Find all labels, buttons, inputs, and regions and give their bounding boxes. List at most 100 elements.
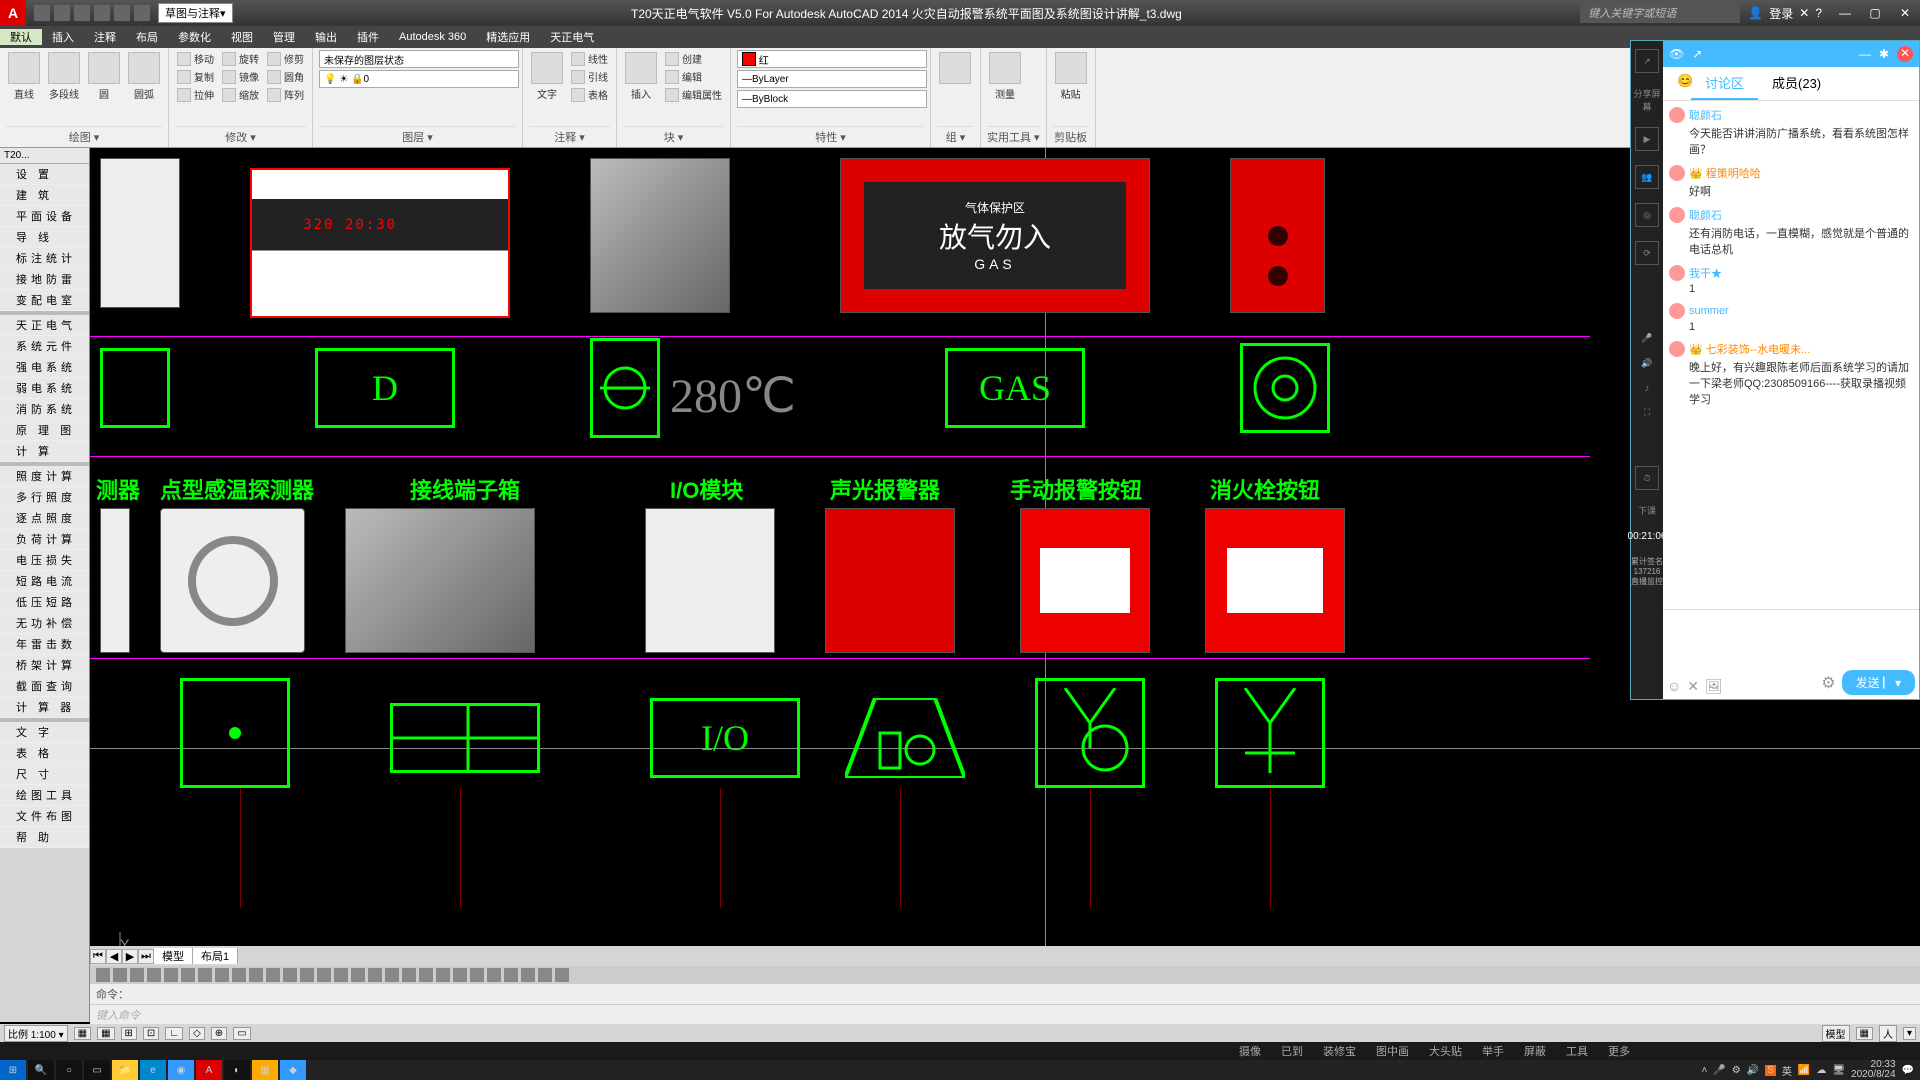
notifications-icon[interactable]: 💬 bbox=[1902, 1065, 1914, 1076]
tool-icon[interactable] bbox=[113, 968, 127, 982]
palette-item[interactable]: 计 算 bbox=[0, 441, 89, 462]
status-model[interactable]: 模型 bbox=[1822, 1025, 1850, 1042]
table-button[interactable]: 表格 bbox=[569, 86, 610, 103]
help-icon[interactable]: ? bbox=[1815, 6, 1822, 20]
status-toggle[interactable]: ⊡ bbox=[143, 1027, 159, 1040]
tool-icon[interactable] bbox=[300, 968, 314, 982]
tool-icon[interactable] bbox=[147, 968, 161, 982]
circle-button[interactable]: 圆 bbox=[86, 50, 122, 103]
tab-parametric[interactable]: 参数化 bbox=[168, 29, 221, 45]
palette-item[interactable]: 消防系统 bbox=[0, 399, 89, 420]
qat-open-icon[interactable] bbox=[54, 5, 70, 21]
paste-button[interactable]: 粘贴 bbox=[1053, 50, 1089, 103]
palette-item[interactable]: 设 置 bbox=[0, 164, 89, 185]
stream-btn[interactable]: 已到 bbox=[1281, 1043, 1303, 1059]
image-icon[interactable]: 🖼 bbox=[1705, 678, 1723, 695]
tray-icon[interactable]: 🖥 bbox=[1832, 1065, 1845, 1076]
polyline-button[interactable]: 多段线 bbox=[46, 50, 82, 103]
stretch-button[interactable]: 拉伸 bbox=[175, 86, 216, 103]
palette-item[interactable]: 文 字 bbox=[0, 722, 89, 743]
edit-block-button[interactable]: 编辑 bbox=[663, 68, 724, 85]
tool-icon[interactable] bbox=[198, 968, 212, 982]
status-toggle[interactable]: ▦ bbox=[1856, 1027, 1873, 1040]
status-toggle[interactable]: ∟ bbox=[165, 1027, 183, 1040]
tool-icon[interactable] bbox=[351, 968, 365, 982]
palette-item[interactable]: 电压损失 bbox=[0, 550, 89, 571]
copy-button[interactable]: 复制 bbox=[175, 68, 216, 85]
send-button[interactable]: 发送 ▏▾ bbox=[1842, 670, 1915, 695]
tool-icon[interactable] bbox=[521, 968, 535, 982]
tool-icon[interactable] bbox=[317, 968, 331, 982]
tool-icon[interactable] bbox=[130, 968, 144, 982]
status-toggle[interactable]: ▭ bbox=[233, 1027, 250, 1040]
palette-item[interactable]: 平面设备 bbox=[0, 206, 89, 227]
tray-icon[interactable]: 🔊 bbox=[1747, 1065, 1759, 1076]
tab-model[interactable]: 模型 bbox=[154, 948, 193, 964]
share-screen-button[interactable]: ↗ bbox=[1635, 49, 1659, 73]
palette-item[interactable]: 导 线 bbox=[0, 227, 89, 248]
mic-icon[interactable]: 🎤 bbox=[1641, 333, 1652, 344]
tab-nav-last[interactable]: ⏭ bbox=[138, 949, 154, 964]
tab-featured[interactable]: 精选应用 bbox=[476, 29, 540, 45]
stream-btn[interactable]: 大头贴 bbox=[1429, 1043, 1462, 1059]
tab-view[interactable]: 视图 bbox=[221, 29, 263, 45]
palette-item[interactable]: 帮 助 bbox=[0, 827, 89, 848]
status-toggle[interactable]: ▦ bbox=[74, 1027, 91, 1040]
expand-icon[interactable]: ⛶ bbox=[1644, 407, 1650, 418]
app-icon[interactable]: ◉ bbox=[168, 1060, 194, 1080]
tab-members[interactable]: 成员(23) bbox=[1758, 67, 1835, 100]
tool-icon[interactable] bbox=[249, 968, 263, 982]
palette-item[interactable]: 强电系统 bbox=[0, 357, 89, 378]
tool-icon[interactable] bbox=[419, 968, 433, 982]
chat-pin-icon[interactable]: ✱ bbox=[1879, 47, 1889, 61]
cortana-icon[interactable]: ○ bbox=[56, 1060, 82, 1080]
palette-item[interactable]: 建 筑 bbox=[0, 185, 89, 206]
tool-icon[interactable] bbox=[232, 968, 246, 982]
app-logo[interactable]: A bbox=[0, 0, 26, 26]
tab-nav-next[interactable]: ▶ bbox=[122, 949, 138, 964]
autocad-icon[interactable]: A bbox=[196, 1060, 222, 1080]
status-toggle[interactable]: ◇ bbox=[189, 1027, 205, 1040]
group-button[interactable] bbox=[937, 50, 973, 88]
tray-chevron-icon[interactable]: ˄ bbox=[1702, 1065, 1708, 1076]
clear-icon[interactable]: ✕ bbox=[1687, 678, 1699, 695]
scale-button[interactable]: 缩放 bbox=[220, 86, 261, 103]
rotate-button[interactable]: 旋转 bbox=[220, 50, 261, 67]
qat-redo-icon[interactable] bbox=[134, 5, 150, 21]
tab-layout[interactable]: 布局 bbox=[126, 29, 168, 45]
palette-item[interactable]: 桥架计算 bbox=[0, 655, 89, 676]
ime-lang[interactable]: 英 bbox=[1782, 1063, 1792, 1078]
tab-discuss[interactable]: 讨论区 bbox=[1691, 67, 1758, 100]
stream-btn[interactable]: 工具 bbox=[1566, 1043, 1588, 1059]
scale-combo[interactable]: 比例 1:100 ▾ bbox=[4, 1025, 68, 1042]
palette-item[interactable]: 无功补偿 bbox=[0, 613, 89, 634]
side-icon[interactable]: ⟳ bbox=[1635, 241, 1659, 265]
chat-messages[interactable]: 聪颜石今天能否讲讲消防广播系统，看看系统图怎样画？ 👑 程策明哈哈好啊 聪颜石还… bbox=[1663, 101, 1919, 609]
layer-state-combo[interactable]: 未保存的图层状态 bbox=[319, 50, 519, 68]
palette-item[interactable]: 原 理 图 bbox=[0, 420, 89, 441]
tool-icon[interactable] bbox=[402, 968, 416, 982]
signin-icon[interactable]: 👤 bbox=[1748, 6, 1763, 20]
explorer-icon[interactable]: 📁 bbox=[112, 1060, 138, 1080]
chat-minimize-icon[interactable]: — bbox=[1859, 47, 1871, 61]
tool-icon[interactable] bbox=[555, 968, 569, 982]
app-icon[interactable]: ◐ bbox=[224, 1060, 250, 1080]
tab-insert[interactable]: 插入 bbox=[42, 29, 84, 45]
app-icon[interactable]: ▦ bbox=[252, 1060, 278, 1080]
chat-popout-icon[interactable]: ↗ bbox=[1692, 47, 1702, 61]
minimize-button[interactable]: — bbox=[1830, 0, 1860, 26]
tab-output[interactable]: 输出 bbox=[305, 29, 347, 45]
qat-save-icon[interactable] bbox=[74, 5, 90, 21]
fillet-button[interactable]: 圆角 bbox=[265, 68, 306, 85]
side-icon[interactable]: ▶ bbox=[1635, 127, 1659, 151]
palette-item[interactable]: 照度计算 bbox=[0, 466, 89, 487]
ime-indicator[interactable]: S bbox=[1765, 1065, 1776, 1076]
palette-item[interactable]: 低压短路 bbox=[0, 592, 89, 613]
palette-item[interactable]: 文件布图 bbox=[0, 806, 89, 827]
tab-layout1[interactable]: 布局1 bbox=[193, 948, 238, 964]
palette-item[interactable]: 天正电气 bbox=[0, 315, 89, 336]
palette-item[interactable]: 年雷击数 bbox=[0, 634, 89, 655]
help-search[interactable]: 键入关键字或短语 bbox=[1580, 3, 1740, 23]
leader-button[interactable]: 引线 bbox=[569, 68, 610, 85]
speaker-icon[interactable]: 🔊 bbox=[1641, 358, 1652, 369]
